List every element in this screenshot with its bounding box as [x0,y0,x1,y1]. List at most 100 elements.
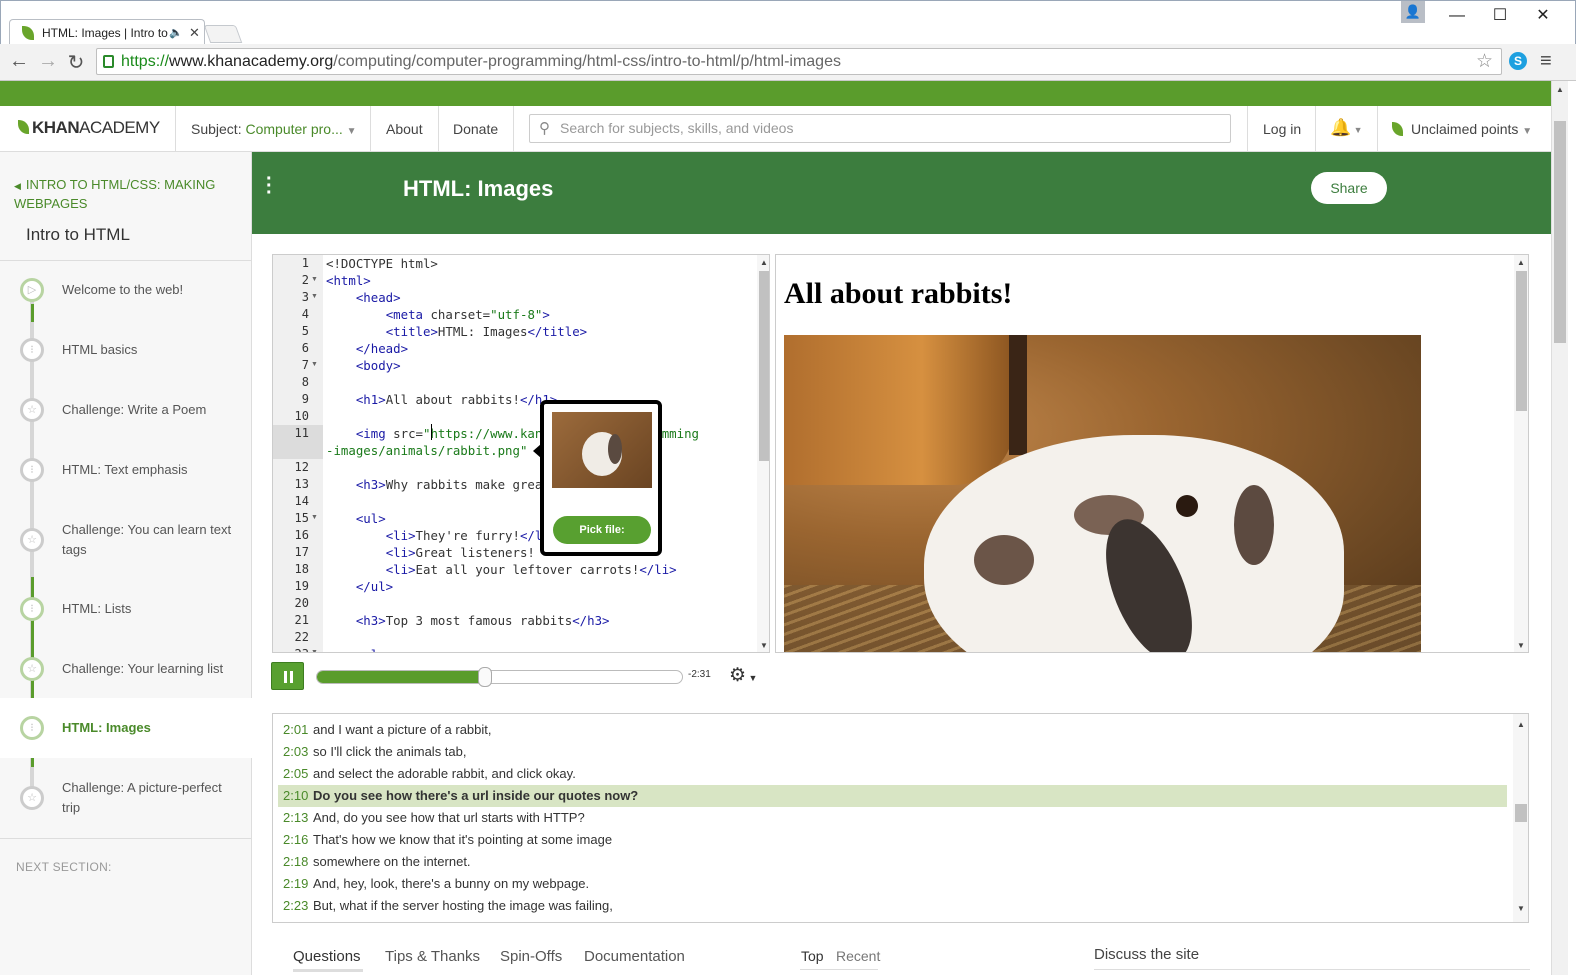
tab-spin-offs[interactable]: Spin-Offs [500,948,562,965]
lesson-sidebar: ◀ INTRO TO HTML/CSS: MAKING WEBPAGES Intr… [0,152,252,975]
transcript-row[interactable]: 2:01 and I want a picture of a rabbit, [278,719,1507,741]
about-link[interactable]: About [386,121,423,137]
khan-academy-logo[interactable]: KHANACADEMY [18,118,160,138]
forward-icon[interactable]: → [36,50,60,73]
popup-pointer [533,444,541,458]
transcript-row[interactable]: 2:05 and select the adorable rabbit, and … [278,763,1507,785]
transcript-time[interactable]: 2:13 [278,807,313,829]
scroll-down-arrow-icon[interactable]: ▼ [1517,904,1525,913]
transcript-text: and I want a picture of a rabbit, [313,722,492,737]
search-icon: ⚲ [539,120,550,137]
transcript-time[interactable]: 2:03 [278,741,313,763]
transcript-time[interactable]: 2:01 [278,719,313,741]
sidebar-item-challenge-picture-trip[interactable]: ☆ Challenge: A picture-perfect trip [0,768,252,828]
sidebar-item-lists[interactable]: ⁝ HTML: Lists [0,579,252,639]
new-tab-button[interactable] [203,25,243,43]
share-button[interactable]: Share [1311,172,1387,204]
transcript-time[interactable]: 2:05 [278,763,313,785]
user-profile-icon[interactable]: 👤 [1401,1,1425,23]
preview-scrollbar[interactable]: ▲ ▼ [1514,255,1528,652]
tab-documentation[interactable]: Documentation [584,948,685,965]
reload-icon[interactable]: ↻ [64,50,88,75]
preview-scroll-thumb[interactable] [1516,271,1527,411]
unclaimed-points-menu[interactable]: Unclaimed points ▼ [1392,121,1532,137]
scroll-up-arrow-icon[interactable]: ▲ [1517,720,1525,729]
page-scrollbar[interactable]: ▲ [1551,81,1568,975]
sidebar-item-text-emphasis[interactable]: ⁝ HTML: Text emphasis [0,440,252,500]
transcript-time[interactable]: 2:18 [278,851,313,873]
tab-title: HTML: Images | Intro to [42,26,168,40]
line-number: 20 [294,596,309,610]
pick-file-button[interactable]: Pick file: [553,516,651,544]
scroll-up-arrow-icon[interactable]: ▲ [760,258,768,267]
editor-scroll-thumb[interactable] [759,271,769,461]
skype-extension-icon[interactable]: S [1509,52,1527,70]
subject-dropdown[interactable]: Subject: Computer pro... ▼ [191,121,357,137]
login-link[interactable]: Log in [1263,121,1301,137]
transcript-row[interactable]: 2:16 That's how we know that it's pointin… [278,829,1507,851]
minimize-button[interactable]: — [1437,5,1477,29]
sidebar-item-challenge-text-tags[interactable]: ☆ Challenge: You can learn text tags [0,510,252,570]
tab-questions[interactable]: Questions [293,948,361,965]
sidebar-item-challenge-poem[interactable]: ☆ Challenge: Write a Poem [0,380,252,440]
close-tab-icon[interactable]: ✕ [189,20,200,46]
scroll-down-arrow-icon[interactable]: ▼ [1517,641,1525,650]
sidebar-item-welcome[interactable]: ▷ Welcome to the web! [0,260,252,320]
code-line: <body> [355,358,401,373]
discuss-site-link[interactable]: Discuss the site [1094,946,1199,963]
playback-progress-bar[interactable] [316,670,683,684]
close-window-button[interactable]: ✕ [1523,5,1563,29]
gear-icon[interactable]: ⚙ ▼ [729,664,757,687]
donate-link[interactable]: Donate [453,121,498,137]
output-preview: All about rabbits! ▲ ▼ [775,254,1529,653]
transcript-time[interactable]: 2:10 [278,785,313,807]
transcript-row[interactable]: 2:03 so I'll click the animals tab, [278,741,1507,763]
site-search-input[interactable]: ⚲ Search for subjects, skills, and video… [529,114,1231,143]
line-number: 18 [294,562,309,576]
code-line: -images/animals/rabbit.png" [326,443,528,458]
sidebar-item-html-basics[interactable]: ⁝ HTML basics [0,320,252,380]
transcript-row[interactable]: 2:10 Do you see how there's a url inside … [278,785,1507,807]
image-picker-popup[interactable]: Pick file: [533,400,662,556]
fold-arrow-icon[interactable]: ▼ [311,361,318,368]
fold-arrow-icon[interactable]: ▼ [311,293,318,300]
transcript-scroll-thumb[interactable] [1515,804,1527,822]
transcript-row[interactable]: 2:18 somewhere on the internet. [278,851,1507,873]
fold-arrow-icon[interactable]: ▼ [311,514,318,521]
transcript-text: Do you see how there's a url inside our … [313,788,639,803]
scroll-down-arrow-icon[interactable]: ▼ [760,641,768,650]
pause-button[interactable] [271,662,304,690]
sidebar-item-images[interactable]: ⁝ HTML: Images [0,698,252,758]
scroll-up-arrow-icon[interactable]: ▲ [1517,258,1525,267]
tab-tips-thanks[interactable]: Tips & Thanks [385,948,480,965]
fold-arrow-icon[interactable]: ▼ [311,649,318,652]
fold-arrow-icon[interactable]: ▼ [311,276,318,283]
transcript-scrollbar[interactable]: ▲ ▼ [1513,714,1528,922]
maximize-button[interactable]: ☐ [1480,5,1520,29]
playback-scrubber-handle[interactable] [478,667,492,687]
logo-khan: KHAN [32,118,80,137]
browser-tab[interactable]: HTML: Images | Intro to 🔈 ✕ [9,19,205,46]
editor-scrollbar[interactable]: ▲ ▼ [757,255,769,652]
breadcrumb[interactable]: ◀ INTRO TO HTML/CSS: MAKING WEBPAGES [14,176,234,213]
back-icon[interactable]: ← [7,50,31,73]
code-editor[interactable]: 1234567891011121314151617181920212223 ▼ … [272,254,770,653]
more-options-icon[interactable]: · · · [266,169,273,203]
transcript-time[interactable]: 2:16 [278,829,313,851]
scroll-up-arrow-icon[interactable]: ▲ [1556,85,1564,94]
sort-recent[interactable]: Recent [836,948,880,964]
rabbit-thumbnail[interactable] [552,412,652,488]
transcript-row[interactable]: 2:19 And, hey, look, there's a bunny on m… [278,873,1507,895]
bookmark-star-icon[interactable]: ☆ [1476,49,1493,74]
transcript-row[interactable]: 2:23 But, what if the server hosting the … [278,895,1507,917]
chrome-menu-icon[interactable]: ≡ [1540,50,1552,73]
address-bar[interactable]: https://www.khanacademy.org/computing/co… [96,48,1502,75]
sidebar-item-challenge-learning-list[interactable]: ☆ Challenge: Your learning list [0,639,252,699]
transcript-row[interactable]: 2:13 And, do you see how that url starts … [278,807,1507,829]
page-scroll-thumb[interactable] [1554,121,1566,343]
transcript-time[interactable]: 2:19 [278,873,313,895]
speaker-icon[interactable]: 🔈 [169,20,183,46]
sort-top[interactable]: Top [801,948,824,964]
transcript-time[interactable]: 2:23 [278,895,313,917]
notifications-bell-icon[interactable]: 🔔 ▼ [1330,118,1363,138]
